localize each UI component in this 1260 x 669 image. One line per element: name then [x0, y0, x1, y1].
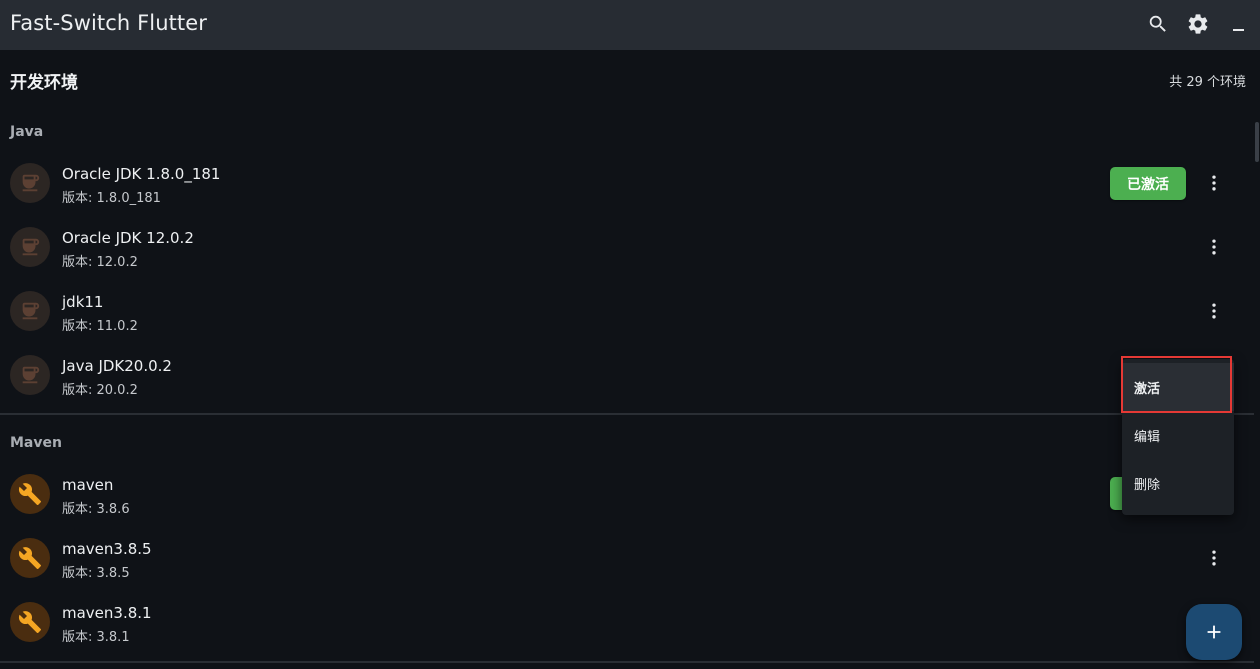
coffee-icon: [10, 163, 50, 203]
environment-count: 共 29 个环境: [1169, 75, 1246, 90]
item-version: 版本: 3.8.1: [62, 630, 130, 645]
item-version: 版本: 12.0.2: [62, 255, 138, 270]
item-name: maven3.8.1: [62, 604, 152, 622]
wrench-icon: [10, 602, 50, 642]
more-options-icon[interactable]: [1202, 235, 1226, 259]
search-icon[interactable]: [1145, 11, 1171, 37]
menu-item-activate[interactable]: 激活: [1122, 363, 1234, 411]
item-name: maven3.8.5: [62, 540, 152, 558]
item-name: maven: [62, 476, 114, 494]
section-divider: [0, 661, 1254, 663]
active-badge-button[interactable]: 已激活: [1110, 167, 1186, 200]
scrollbar[interactable]: [1254, 50, 1260, 669]
item-version: 版本: 20.0.2: [62, 383, 138, 398]
more-options-icon[interactable]: [1202, 171, 1226, 195]
item-name: jdk11: [62, 293, 104, 311]
list-item[interactable]: maven 版本: 3.8.6 已激活: [0, 465, 1254, 529]
app-title: Fast-Switch Flutter: [10, 11, 208, 35]
section-title-maven: Maven: [10, 435, 62, 451]
scrollbar-thumb[interactable]: [1255, 122, 1259, 162]
item-version: 版本: 11.0.2: [62, 319, 138, 334]
add-icon: [1203, 621, 1225, 643]
more-options-icon[interactable]: [1202, 546, 1226, 570]
item-version: 版本: 3.8.6: [62, 502, 130, 517]
list-item[interactable]: Oracle JDK 12.0.2 版本: 12.0.2: [0, 218, 1254, 282]
wrench-icon: [10, 474, 50, 514]
page-header: 开发环境 共 29 个环境: [10, 66, 1246, 94]
list-item[interactable]: jdk11 版本: 11.0.2: [0, 282, 1254, 346]
coffee-icon: [10, 291, 50, 331]
settings-icon[interactable]: [1185, 11, 1211, 37]
menu-item-edit[interactable]: 编辑: [1122, 411, 1234, 459]
minimize-icon[interactable]: [1226, 11, 1252, 37]
coffee-icon: [10, 355, 50, 395]
more-options-icon[interactable]: [1202, 299, 1226, 323]
section-title-java: Java: [10, 124, 44, 140]
item-name: Java JDK20.0.2: [62, 357, 172, 375]
list-item[interactable]: Oracle JDK 1.8.0_181 版本: 1.8.0_181 已激活: [0, 154, 1254, 218]
list-item[interactable]: Java JDK20.0.2 版本: 20.0.2: [0, 346, 1254, 410]
list-item[interactable]: maven3.8.5 版本: 3.8.5: [0, 529, 1254, 593]
page-title: 开发环境: [10, 73, 78, 93]
coffee-icon: [10, 227, 50, 267]
list-item[interactable]: maven3.8.1 版本: 3.8.1: [0, 593, 1254, 657]
item-version: 版本: 3.8.5: [62, 566, 130, 581]
context-menu: 激活 编辑 删除: [1122, 359, 1234, 515]
menu-item-delete[interactable]: 删除: [1122, 459, 1234, 507]
add-button[interactable]: [1186, 604, 1242, 660]
item-name: Oracle JDK 1.8.0_181: [62, 165, 221, 183]
section-divider: [0, 413, 1254, 415]
app-bar: Fast-Switch Flutter: [0, 0, 1260, 50]
wrench-icon: [10, 538, 50, 578]
item-version: 版本: 1.8.0_181: [62, 191, 161, 206]
item-name: Oracle JDK 12.0.2: [62, 229, 194, 247]
